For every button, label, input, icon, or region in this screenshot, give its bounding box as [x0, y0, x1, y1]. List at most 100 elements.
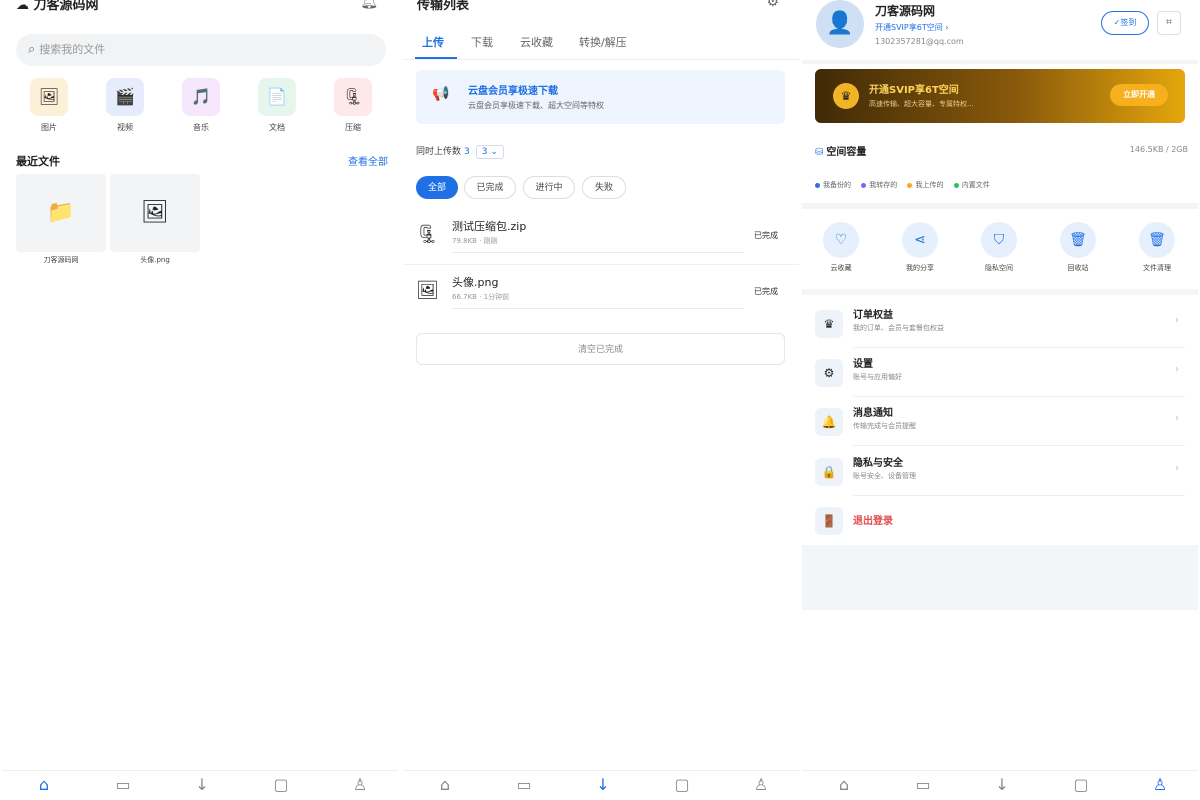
category-images[interactable]: 🖼 图片	[19, 78, 79, 133]
menu-item-settings[interactable]: ⚙ 设置 账号与应用偏好 ›	[815, 349, 1185, 397]
tab-download[interactable]: 下载	[471, 34, 493, 50]
category-music[interactable]: 🎵 音乐	[171, 78, 231, 133]
view-all-link[interactable]: 查看全部	[348, 153, 388, 168]
archive-icon: 🗜	[416, 224, 439, 245]
transfer-header: 传输列表 ⚙	[403, 0, 799, 16]
progress-track	[452, 252, 744, 253]
filter-all[interactable]: 全部	[416, 176, 458, 199]
shortcut-label: 云收藏	[830, 264, 852, 272]
download-icon[interactable]: ↓	[583, 775, 623, 794]
promo-banner[interactable]: 📢 云盘会员享极速下载 云盘会员享极速下载、超大空间等特权	[416, 70, 785, 124]
concurrency-select[interactable]: 3 ⌄	[475, 145, 504, 159]
concurrency-row: 同时上传数 3 3 ⌄	[416, 144, 504, 159]
filter-in-progress[interactable]: 进行中	[523, 176, 575, 199]
vip-banner[interactable]: ♛ 开通SVIP享6T空间 高速传输、超大容量、专属特权... 立即开通	[815, 69, 1185, 123]
menu-item-orders[interactable]: ♛ 订单权益 我的订单、会员与套餐包权益 ›	[815, 300, 1185, 348]
crown-icon: ♛	[833, 83, 859, 109]
menu-item-notifications[interactable]: 🔔 消息通知 传输完成与会员提醒 ›	[815, 398, 1185, 446]
chevron-right-icon: ›	[1175, 315, 1179, 326]
concurrency-select-value: 3	[481, 147, 488, 157]
clear-completed-button[interactable]: 清空已完成	[416, 333, 785, 365]
recent-file-label: 刀客源码网	[43, 256, 79, 264]
filter-completed[interactable]: 已完成	[464, 176, 516, 199]
legend-label: 内置文件	[961, 181, 990, 189]
user-email: 1302357281@qq.com	[875, 37, 964, 46]
home-icon[interactable]: ⌂	[425, 775, 465, 794]
shortcut-my-shares[interactable]: ⋖ 我的分享	[885, 222, 955, 273]
logout-button[interactable]: 🚪 退出登录	[815, 497, 1185, 545]
image-icon: 🖼	[141, 200, 169, 225]
music-icon: 🎵	[182, 78, 220, 116]
app-title: 刀客源码网	[33, 0, 99, 13]
legend-item: 我备份的	[815, 181, 851, 189]
divider	[853, 347, 1185, 348]
capacity-header: ⛁ 空间容量	[815, 143, 866, 158]
user-name: 刀客源码网	[875, 4, 936, 18]
recent-title: 最近文件	[16, 155, 60, 168]
trash-icon: 🗑	[1139, 222, 1175, 258]
download-icon[interactable]: ↓	[982, 775, 1022, 794]
user-icon[interactable]: ♙	[1140, 775, 1180, 794]
menu-title: 订单权益	[853, 310, 893, 321]
shortcut-label: 回收站	[1067, 264, 1089, 272]
megaphone-icon: 📢	[432, 86, 450, 102]
transfer-item[interactable]: 🗜 测试压缩包.zip 79.8KB · 刚刚 已完成	[416, 216, 784, 260]
category-archives[interactable]: 🗜 压缩	[323, 78, 383, 133]
category-videos[interactable]: 🎬 视频	[95, 78, 155, 133]
vip-subtitle: 高速传输、超大容量、专属特权...	[869, 100, 974, 108]
check-in-button[interactable]: ✓签到	[1101, 11, 1149, 35]
avatar[interactable]: 👤	[816, 0, 864, 48]
legend-dot	[861, 182, 867, 188]
scan-icon[interactable]: ⌗	[1157, 11, 1181, 35]
search-icon: ⌕	[28, 42, 36, 57]
chat-icon[interactable]: ▢	[261, 775, 301, 794]
crown-icon: ♛	[815, 310, 843, 338]
concurrency-value: 3	[464, 147, 470, 157]
folder-icon[interactable]: ▭	[504, 775, 544, 794]
folder-icon[interactable]: ▭	[903, 775, 943, 794]
user-icon[interactable]: ♙	[741, 775, 781, 794]
transfer-screen: 传输列表 ⚙ 上传 下载 云收藏 转换/解压 📢 云盘会员享极速下载 云盘会员享…	[403, 0, 799, 800]
clapper-icon: 🎬	[106, 78, 144, 116]
download-icon[interactable]: ↓	[182, 775, 222, 794]
legend-item: 内置文件	[953, 181, 990, 189]
open-vip-button[interactable]: 立即开通	[1110, 84, 1168, 106]
filter-failed[interactable]: 失败	[582, 176, 626, 199]
menu-item-privacy[interactable]: 🔒 隐私与安全 账号安全、设备管理 ›	[815, 448, 1185, 496]
legend-item: 我上传的	[907, 181, 943, 189]
folder-icon: 📁	[47, 200, 75, 225]
menu-subtitle: 账号安全、设备管理	[853, 472, 916, 480]
shortcut-file-cleanup[interactable]: 🗑 文件清理	[1122, 222, 1192, 273]
tab-upload[interactable]: 上传	[422, 34, 444, 50]
file-name: 头像.png	[452, 276, 499, 289]
recent-folder[interactable]: 📁	[16, 174, 106, 252]
category-docs[interactable]: 📄 文档	[247, 78, 307, 133]
legend-label: 我备份的	[823, 181, 851, 189]
home-icon[interactable]: ⌂	[24, 775, 64, 794]
chevron-right-icon: ›	[1175, 364, 1179, 375]
svip-link[interactable]: 开通SVIP享6T空间 ›	[875, 22, 948, 33]
shortcut-cloud-favorites[interactable]: ♡ 云收藏	[806, 222, 876, 273]
recent-image[interactable]: 🖼	[110, 174, 200, 252]
legend-dot	[815, 182, 820, 188]
user-icon[interactable]: ♙	[340, 775, 380, 794]
settings-icon[interactable]: ⚙	[766, 0, 779, 10]
transfer-item[interactable]: 🖼 头像.png 66.7KB · 1分钟前 已完成	[416, 272, 784, 316]
tab-convert[interactable]: 转换/解压	[579, 34, 627, 50]
folder-icon[interactable]: ▭	[103, 775, 143, 794]
legend-item: 我转存的	[861, 181, 897, 189]
chat-icon[interactable]: ▢	[662, 775, 702, 794]
legend-label: 我转存的	[869, 181, 898, 189]
bell-icon[interactable]: 🔔︎	[360, 0, 378, 10]
chat-icon[interactable]: ▢	[1061, 775, 1101, 794]
shortcut-recycle-bin[interactable]: 🗑 回收站	[1043, 222, 1113, 273]
menu-title: 隐私与安全	[853, 458, 903, 469]
chevron-right-icon: ›	[1175, 413, 1179, 424]
tab-cloud-favorites[interactable]: 云收藏	[520, 34, 553, 50]
concurrency-label: 同时上传数	[416, 147, 462, 157]
search-input[interactable]: ⌕ 搜索我的文件	[16, 34, 386, 66]
home-icon[interactable]: ⌂	[824, 775, 864, 794]
shortcut-private-space[interactable]: ⛉ 隐私空间	[964, 222, 1034, 273]
shield-icon: ⛉	[981, 222, 1017, 258]
tab-underline	[415, 57, 457, 59]
